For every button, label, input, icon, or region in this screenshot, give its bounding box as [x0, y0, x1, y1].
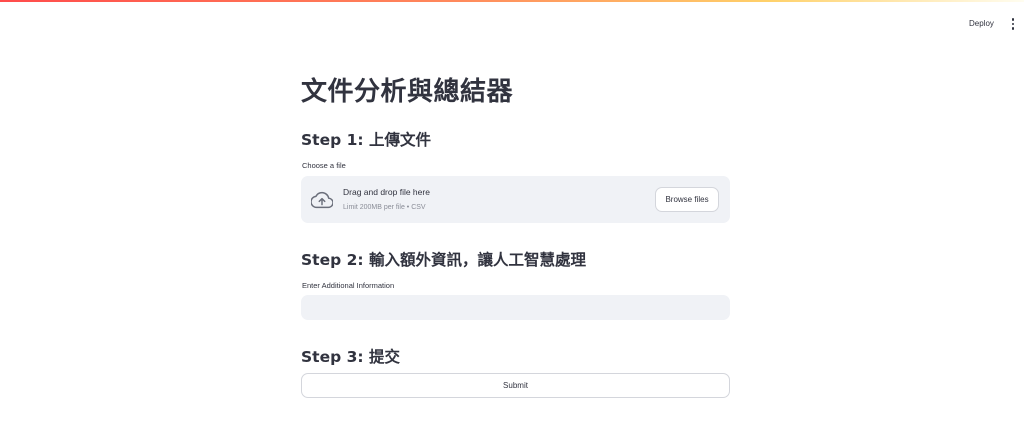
submit-button[interactable]: Submit	[301, 373, 730, 398]
menu-dot	[1011, 22, 1015, 26]
menu-dot	[1011, 27, 1015, 30]
file-uploader-label: Choose a file	[302, 161, 346, 170]
additional-info-label: Enter Additional Information	[302, 281, 395, 290]
additional-info-input[interactable]	[301, 295, 730, 320]
kebab-menu-icon[interactable]	[1007, 14, 1019, 34]
menu-dot	[1011, 18, 1015, 21]
deploy-button[interactable]: Deploy	[963, 14, 1000, 34]
file-dropzone[interactable]: Drag and drop file here Limit 200MB per …	[301, 176, 730, 223]
cloud-upload-icon	[311, 191, 333, 209]
browse-files-button[interactable]: Browse files	[655, 187, 719, 212]
page-title: 文件分析與總結器	[301, 77, 514, 107]
dropzone-limit-text: Limit 200MB per file • CSV	[343, 204, 426, 211]
step2-heading: Step 2: 輸入額外資訊，讓人工智慧處理	[301, 251, 586, 269]
step1-heading: Step 1: 上傳文件	[301, 131, 431, 149]
app-header: Deploy	[0, 2, 1024, 44]
step3-heading: Step 3: 提交	[301, 348, 400, 366]
dropzone-title: Drag and drop file here	[343, 187, 430, 197]
